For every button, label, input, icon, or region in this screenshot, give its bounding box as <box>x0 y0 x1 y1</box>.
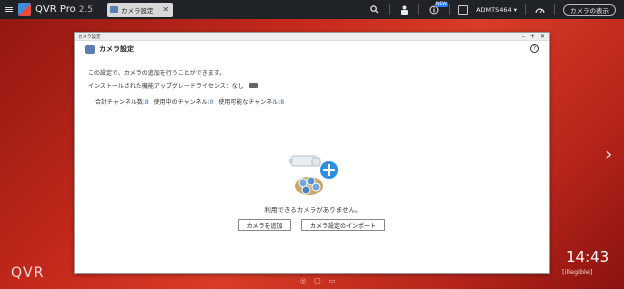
user-avatar-icon[interactable] <box>458 4 469 15</box>
qvr-brand-logo: QVR <box>11 265 45 281</box>
window-controls: – + ✕ <box>522 33 545 41</box>
window-titlebar-text: カメラ設定 <box>78 34 101 40</box>
divider <box>389 4 391 15</box>
minimize-icon[interactable]: – <box>522 33 525 41</box>
search-icon[interactable] <box>367 0 381 19</box>
user-status-icon[interactable] <box>398 0 410 19</box>
tab-close-icon[interactable]: ✕ <box>162 5 169 14</box>
tab-label: カメラ設定 <box>121 6 154 15</box>
dashboard-icon[interactable] <box>534 0 546 19</box>
import-camera-settings-button[interactable]: カメラ設定のインポート <box>301 219 385 231</box>
notification-badge: NEW <box>435 2 448 7</box>
show-cameras-label: カメラの表示 <box>570 6 609 15</box>
empty-message: 利用できるカメラがありません。 <box>264 206 362 214</box>
app-title: QVR Pro <box>35 4 76 15</box>
available-channels: 使用可能なチャンネル:8 <box>218 99 285 106</box>
menu-icon[interactable] <box>0 0 18 19</box>
camera-settings-window: カメラ設定 – + ✕ カメラ設定 ? この設定で、カメラの追加を行うことができ… <box>74 32 550 274</box>
window-header: カメラ設定 ? <box>75 41 549 57</box>
channel-stats: 合計チャンネル数:8 使用中のチャンネル:0 使用可能なチャンネル:8 <box>95 97 284 106</box>
camera-settings-icon <box>85 44 95 54</box>
camera-dock-icon[interactable]: ◎ <box>300 277 306 285</box>
tab-camera-settings[interactable]: カメラ設定 ✕ <box>107 2 174 17</box>
page-title: カメラ設定 <box>99 45 134 53</box>
show-cameras-button[interactable]: カメラの表示 <box>563 3 616 16</box>
license-icon[interactable] <box>248 83 258 88</box>
camera-icon <box>110 6 119 13</box>
top-right-toolbar: NEW ADMTS464 ▾ カメラの表示 <box>367 0 624 19</box>
description-text: この設定で、カメラの追加を行うことができます。 <box>88 70 226 77</box>
divider <box>525 4 526 15</box>
grid-dock-icon[interactable]: ▢ <box>314 277 321 285</box>
used-channels: 使用中のチャンネル:0 <box>153 99 214 106</box>
divider <box>449 4 451 15</box>
add-camera-button[interactable]: カメラを追加 <box>238 219 291 231</box>
window-dock-icon[interactable]: ▭ <box>329 277 336 285</box>
divider <box>554 4 555 15</box>
user-menu[interactable]: ADMTS464 ▾ <box>476 6 517 14</box>
top-bar: QVR Pro 2.5 カメラ設定 ✕ NEW ADMTS464 ▾ カメラの表… <box>0 0 624 19</box>
app-version: 2.5 <box>78 4 94 15</box>
close-icon[interactable]: ✕ <box>540 33 545 41</box>
qvr-logo-icon <box>18 3 31 16</box>
total-channels: 合計チャンネル数:8 <box>95 99 149 106</box>
divider <box>418 4 420 15</box>
license-text: インストールされた機能アップグレードライセンス：なし <box>88 83 244 90</box>
bottom-dock: ◎ ▢ ▭ <box>300 277 335 285</box>
next-page-arrow-icon[interactable]: › <box>605 144 612 165</box>
help-icon[interactable]: ? <box>530 44 539 53</box>
window-titlebar[interactable]: カメラ設定 – + ✕ <box>75 33 549 41</box>
license-info: インストールされた機能アップグレードライセンス：なし <box>88 81 258 90</box>
desktop-clock: 14:43 <box>566 248 610 266</box>
desktop-date: [illegible] <box>562 268 593 276</box>
maximize-icon[interactable]: + <box>530 33 535 41</box>
info-icon[interactable]: NEW <box>427 0 448 19</box>
empty-cameras-illustration <box>289 155 338 195</box>
